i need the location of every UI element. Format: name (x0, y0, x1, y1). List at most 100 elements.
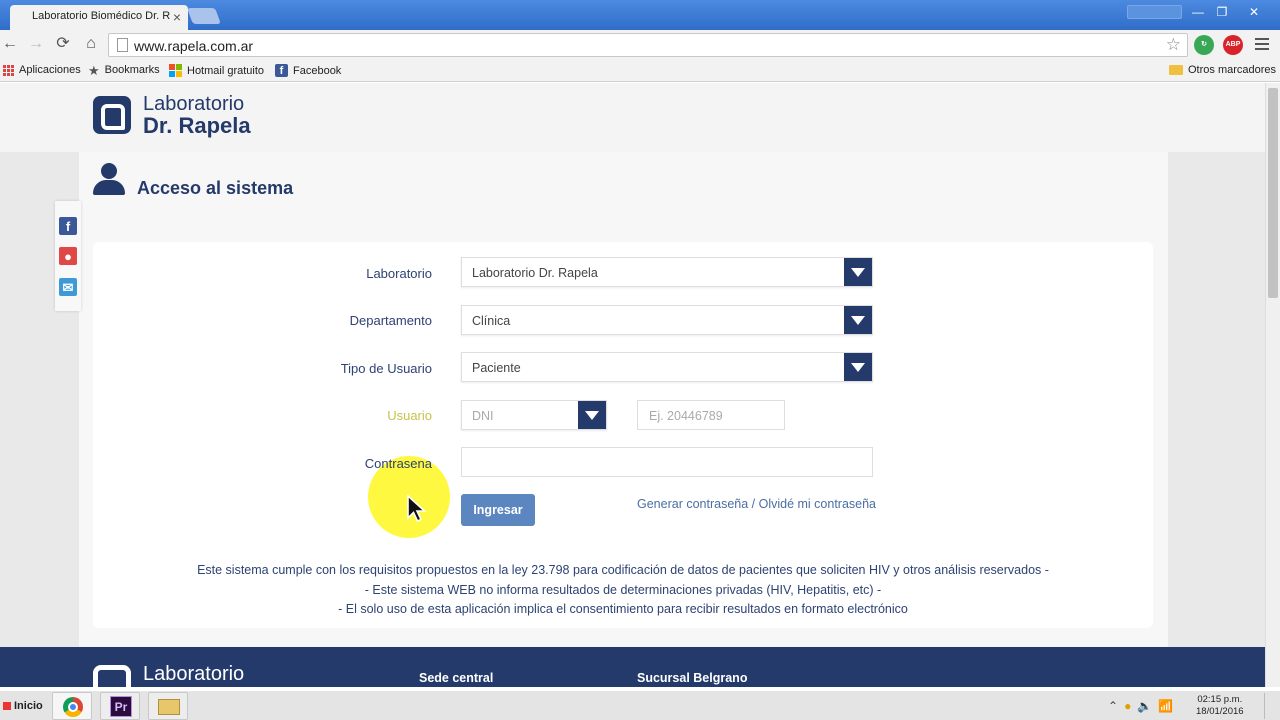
contrasena-input[interactable] (461, 447, 873, 477)
laboratorio-label: Laboratorio (366, 266, 432, 281)
bookmark-bookmarks-label: Bookmarks (104, 64, 160, 76)
star-icon: ★ (88, 62, 100, 78)
departamento-select[interactable]: Clínica (461, 305, 873, 335)
document-type-select[interactable]: DNI (461, 400, 607, 430)
notice-line: - Este sistema WEB no informa resultados… (364, 582, 882, 597)
tipo-usuario-label: Tipo de Usuario (340, 361, 432, 376)
scrollbar-thumb[interactable] (1268, 88, 1278, 298)
site-header: Laboratorio Dr. Rapela (0, 83, 1265, 152)
bookmark-facebook-label: Facebook (293, 64, 342, 77)
chrome-menu-icon[interactable] (1255, 38, 1269, 53)
usuario-input[interactable]: Ej. 20446789 (637, 400, 785, 430)
chevron-down-icon[interactable] (578, 401, 606, 429)
folder-icon (1169, 65, 1183, 75)
address-bar[interactable]: www.rapela.com.ar ☆ (108, 33, 1188, 57)
minimize-button[interactable]: — (1187, 4, 1209, 20)
apps-grid-icon (3, 64, 14, 76)
browser-toolbar: ← → ⟳ ⌂ www.rapela.com.ar ☆ ↻ ABP (0, 30, 1280, 60)
start-button[interactable]: Inicio (0, 694, 46, 718)
footer-logo[interactable]: Laboratorio (93, 663, 245, 687)
tab-title: Laboratorio Biomédico Dr. R (32, 10, 171, 22)
page-icon (117, 38, 128, 52)
page-title: Acceso al sistema (137, 178, 294, 198)
logo-line2: Dr. Rapela (143, 113, 251, 138)
windows-start-icon (3, 702, 11, 711)
home-icon[interactable]: ⌂ (81, 34, 101, 54)
right-gutter (1168, 152, 1265, 647)
bookmark-apps-label: Aplicaciones (19, 64, 81, 76)
window-user-area (1127, 5, 1182, 19)
tray-expand-icon[interactable]: ⌃ (1108, 699, 1118, 713)
site-footer: Laboratorio Sede central Sucursal Belgra… (0, 647, 1265, 687)
site-logo[interactable]: Laboratorio Dr. Rapela (93, 93, 251, 137)
bookmark-other-label: Otros marcadores (1188, 64, 1277, 76)
forward-icon[interactable]: → (26, 34, 46, 54)
map-pin-icon[interactable]: ● (59, 247, 77, 265)
chevron-down-icon[interactable] (844, 306, 872, 334)
close-window-button[interactable]: ✕ (1243, 4, 1265, 20)
clock-time: 02:15 p.m. (1197, 694, 1243, 705)
volume-icon[interactable]: 🔈 (1137, 699, 1152, 713)
back-icon[interactable]: ← (0, 34, 20, 54)
rapela-logo-icon (93, 665, 131, 687)
explorer-folder-icon (158, 699, 180, 715)
url-text[interactable]: www.rapela.com.ar (134, 38, 253, 54)
windows-taskbar: Inicio Pr ⌃ ● 🔈 📶 02:15 p.m. 18/01/2016 (0, 690, 1280, 720)
reload-icon[interactable]: ⟳ (53, 34, 73, 54)
tipo-usuario-value: Paciente (472, 361, 521, 375)
browser-titlebar: Laboratorio Biomédico Dr. R × — ❐ ✕ (0, 0, 1280, 30)
chrome-icon (63, 697, 83, 717)
chevron-down-icon[interactable] (844, 353, 872, 381)
clock-date: 18/01/2016 (1196, 706, 1244, 717)
refresh-extension-icon[interactable]: ↻ (1194, 35, 1214, 55)
notice-line: - El solo uso de esta aplicación implica… (338, 602, 908, 616)
adblock-plus-icon[interactable]: ABP (1223, 35, 1243, 55)
bookmark-hotmail[interactable]: Hotmail gratuito (169, 64, 264, 77)
facebook-icon[interactable]: f (59, 217, 77, 235)
taskbar-explorer[interactable] (148, 692, 188, 720)
forgot-password-link[interactable]: Generar contraseña / Olvidé mi contraseñ… (637, 497, 876, 511)
browser-tab[interactable]: Laboratorio Biomédico Dr. R × (10, 5, 188, 30)
start-label: Inicio (14, 700, 43, 712)
laboratorio-value: Laboratorio Dr. Rapela (472, 266, 598, 280)
departamento-value: Clínica (472, 314, 511, 328)
legal-notice: Este sistema cumple con los requisitos p… (93, 561, 1153, 620)
taskbar-chrome[interactable] (52, 692, 92, 720)
logo-line1: Laboratorio (143, 93, 245, 115)
contrasena-label: Contrasena (364, 456, 432, 471)
network-icon[interactable]: 📶 (1158, 699, 1173, 713)
ingresar-button[interactable]: Ingresar (461, 494, 535, 526)
bookmark-bookmarks[interactable]: ★ Bookmarks (88, 62, 160, 78)
mouse-cursor-icon (407, 494, 427, 523)
show-desktop-button[interactable] (1264, 693, 1278, 719)
bookmark-hotmail-label: Hotmail gratuito (187, 64, 265, 77)
laboratorio-select[interactable]: Laboratorio Dr. Rapela (461, 257, 873, 287)
chevron-down-icon[interactable] (844, 258, 872, 286)
system-tray: ⌃ ● 🔈 📶 (1108, 691, 1173, 720)
premiere-icon: Pr (110, 696, 132, 717)
facebook-icon: f (275, 64, 288, 77)
bookmark-star-icon[interactable]: ☆ (1166, 35, 1181, 55)
footer-logo-line1: Laboratorio (143, 663, 245, 685)
rapela-logo-icon (93, 96, 131, 134)
notice-line: Este sistema cumple con los requisitos p… (197, 563, 1049, 577)
bookmark-other[interactable]: Otros marcadores (1169, 64, 1276, 76)
windows-logo-icon (169, 64, 182, 77)
footer-sede-central: Sede central (419, 671, 494, 685)
page-viewport: Laboratorio Dr. Rapela f ● ✉ Acceso al s… (0, 83, 1265, 687)
departamento-label: Departamento (349, 313, 432, 328)
bookmark-apps[interactable]: Aplicaciones (3, 64, 81, 76)
new-tab-button[interactable] (187, 8, 221, 24)
user-icon (93, 163, 125, 195)
social-sidebar: f ● ✉ (55, 201, 81, 311)
page-scrollbar[interactable] (1265, 83, 1280, 687)
restore-button[interactable]: ❐ (1211, 4, 1233, 20)
bookmark-facebook[interactable]: f Facebook (275, 64, 341, 77)
tipo-usuario-select[interactable]: Paciente (461, 352, 873, 382)
tab-close-icon[interactable]: × (173, 9, 181, 25)
document-type-value: DNI (472, 409, 494, 423)
tray-update-icon[interactable]: ● (1124, 699, 1131, 713)
taskbar-clock[interactable]: 02:15 p.m. 18/01/2016 (1196, 694, 1244, 718)
taskbar-premiere[interactable]: Pr (100, 692, 140, 720)
mail-icon[interactable]: ✉ (59, 278, 77, 296)
